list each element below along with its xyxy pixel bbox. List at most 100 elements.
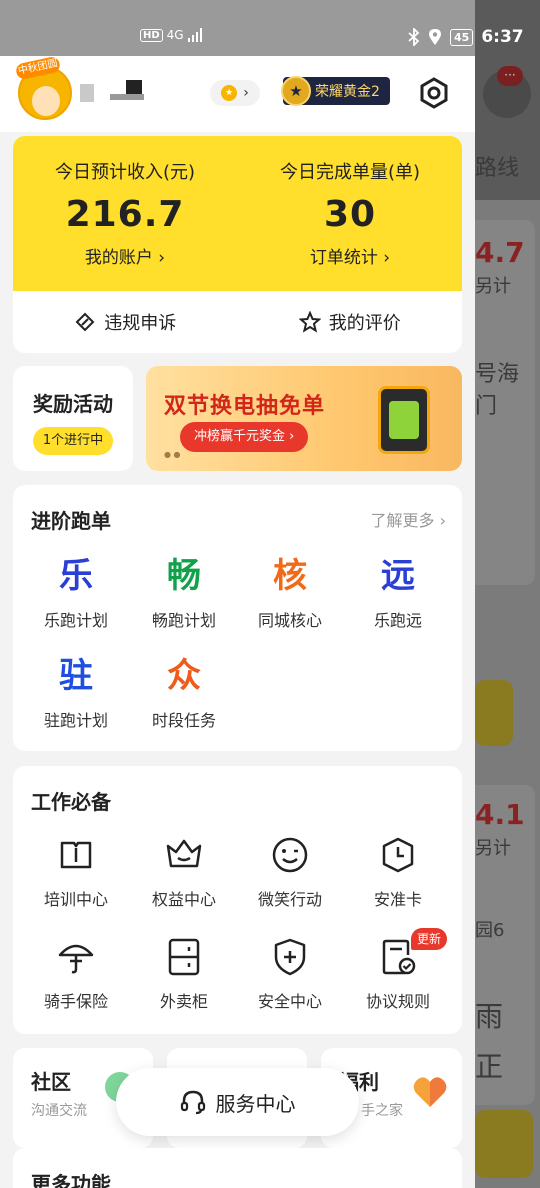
background-button xyxy=(475,1110,533,1178)
background-amount: 4.1 xyxy=(475,798,525,831)
star-badge-icon: ★ xyxy=(281,76,311,106)
plan-char: 核 xyxy=(273,556,307,596)
cabinet-icon xyxy=(168,938,200,976)
battery-illustration xyxy=(378,386,430,454)
promo-banner[interactable]: 双节换电抽免单 冲榜赢千元奖金 › ● ● xyxy=(146,366,462,471)
coin-icon: ★ xyxy=(221,85,238,101)
battery-icon: 45 xyxy=(450,28,474,46)
status-right: 45 6:37 xyxy=(408,27,533,47)
rank-badge[interactable]: ★ 荣耀黄金2 xyxy=(281,76,390,106)
rank-label: 荣耀黄金2 xyxy=(315,84,380,100)
plan-label: 同城核心 xyxy=(257,611,322,630)
background-app: ··· 路线 4.7 另计 号海 门 4.1 另计 园6 雨 正 xyxy=(475,0,540,1188)
community-subtitle: 沟通交流 xyxy=(31,1103,87,1119)
tool-item-benefits[interactable]: 权益中心 xyxy=(131,834,237,910)
tool-label: 培训中心 xyxy=(43,890,108,909)
essentials-title: 工作必备 xyxy=(31,790,111,814)
tool-label: 安准卡 xyxy=(373,890,422,909)
appeal-icon xyxy=(75,312,95,332)
clock-shield-icon xyxy=(382,837,414,873)
tool-label: 权益中心 xyxy=(151,890,216,909)
appeal-label: 违规申诉 xyxy=(104,313,177,334)
bluetooth-icon xyxy=(408,28,420,46)
plan-label: 时段任务 xyxy=(151,711,216,730)
account-link[interactable]: 我的账户 › xyxy=(13,243,237,268)
review-button[interactable]: 我的评价 xyxy=(238,291,463,353)
background-address: 号海 xyxy=(475,362,520,387)
plan-label: 驻跑计划 xyxy=(43,711,108,730)
more-functions-title: 更多功能 xyxy=(31,1172,111,1188)
tool-item-security[interactable]: 安全中心 xyxy=(237,936,343,1012)
avatar-face xyxy=(32,86,60,116)
tool-item-safety-card[interactable]: 安准卡 xyxy=(345,834,451,910)
reward-badge: 1个进行中 xyxy=(32,427,114,455)
orders-value: 30 xyxy=(323,194,377,235)
plan-label: 乐跑远 xyxy=(373,611,422,630)
background-extra: 另计 xyxy=(475,276,511,297)
orders-label: 今日完成单量(单) xyxy=(279,162,421,183)
clock: 6:37 xyxy=(481,27,524,47)
service-center-button[interactable]: 服务中心 xyxy=(116,1068,359,1136)
banner-button[interactable]: 冲榜赢千元奖金 › xyxy=(180,422,309,452)
background-text: 正 xyxy=(475,1050,504,1083)
service-center-label: 服务中心 xyxy=(215,1091,296,1116)
tool-label: 协议规则 xyxy=(365,992,430,1011)
review-label: 我的评价 xyxy=(328,313,401,334)
plan-char: 乐 xyxy=(59,556,93,596)
plan-item[interactable]: 畅 畅跑计划 xyxy=(131,553,237,631)
plan-char: 众 xyxy=(167,656,201,696)
income-value: 216.7 xyxy=(65,194,185,235)
plan-label: 畅跑计划 xyxy=(151,611,216,630)
headset-icon xyxy=(180,1090,205,1115)
learn-more-link[interactable]: 了解更多 › xyxy=(371,507,447,531)
umbrella-icon xyxy=(58,944,94,974)
signal-icon xyxy=(187,28,202,42)
tool-label: 骑手保险 xyxy=(43,992,108,1011)
plan-char: 驻 xyxy=(59,656,93,696)
tool-item-agreements[interactable]: 协议规则 更新 xyxy=(345,928,451,1012)
tool-item-smile[interactable]: 微笑行动 xyxy=(237,834,343,910)
tool-label: 外卖柜 xyxy=(159,992,208,1011)
appeal-button[interactable]: 违规申诉 xyxy=(13,291,238,353)
plan-item[interactable]: 乐 乐跑计划 xyxy=(23,553,129,631)
background-button xyxy=(475,680,513,746)
plan-item[interactable]: 核 同城核心 xyxy=(237,553,343,631)
new-badge: 更新 xyxy=(411,928,448,950)
network-label: 4G xyxy=(166,28,184,42)
income-label: 今日预计收入(元) xyxy=(54,162,196,183)
chevron-right-icon: › xyxy=(243,85,249,101)
tool-item-cabinet[interactable]: 外卖柜 xyxy=(131,936,237,1012)
tool-item-insurance[interactable]: 骑手保险 xyxy=(23,936,129,1012)
background-extra: 另计 xyxy=(475,838,511,859)
user-name-blurred xyxy=(80,78,160,108)
background-address: 门 xyxy=(475,394,498,419)
earnings-actions: 违规申诉 我的评价 xyxy=(13,291,462,353)
signal-group: HD 4G xyxy=(140,28,204,42)
background-amount: 4.7 xyxy=(475,236,525,269)
heart-icon xyxy=(413,1077,447,1107)
work-essentials-card: 工作必备 培训中心 权益中心 微笑行动 安准卡 骑手保险 外卖柜 安全中心 协议… xyxy=(13,766,462,1034)
plan-item[interactable]: 驻 驻跑计划 xyxy=(23,653,129,731)
orders-column[interactable]: 今日完成单量(单) 30 订单统计 › xyxy=(238,158,462,268)
plan-char: 远 xyxy=(381,556,415,596)
income-column[interactable]: 今日预计收入(元) 216.7 我的账户 › xyxy=(13,158,237,268)
carousel-dots: ● ● xyxy=(164,450,181,459)
order-stats-link[interactable]: 订单统计 › xyxy=(238,243,462,268)
banner-title: 双节换电抽免单 xyxy=(164,394,326,419)
reward-activity-card[interactable]: 奖励活动 1个进行中 xyxy=(13,366,133,471)
plan-item[interactable]: 远 乐跑远 xyxy=(345,553,451,631)
coin-button[interactable]: ★ › xyxy=(210,80,260,106)
location-icon xyxy=(429,29,441,45)
tool-label: 微笑行动 xyxy=(257,890,322,909)
settings-icon[interactable] xyxy=(418,77,450,109)
background-text: 雨 xyxy=(475,1000,504,1033)
tool-item-training[interactable]: 培训中心 xyxy=(23,834,129,910)
plan-item[interactable]: 众 时段任务 xyxy=(131,653,237,731)
reward-title: 奖励活动 xyxy=(33,392,113,416)
side-drawer: HD 4G 中秋团圆 ★ › ★ 荣耀黄金2 今日预计收入(元) 216.7 我… xyxy=(0,0,475,1188)
profile-header: 中秋团圆 ★ › ★ 荣耀黄金2 xyxy=(0,55,475,132)
shield-plus-icon xyxy=(274,938,306,976)
status-bar: HD 4G xyxy=(0,0,475,56)
notification-dot: ··· xyxy=(497,66,523,86)
earnings-card: 今日预计收入(元) 216.7 我的账户 › 今日完成单量(单) 30 订单统计… xyxy=(13,136,462,353)
